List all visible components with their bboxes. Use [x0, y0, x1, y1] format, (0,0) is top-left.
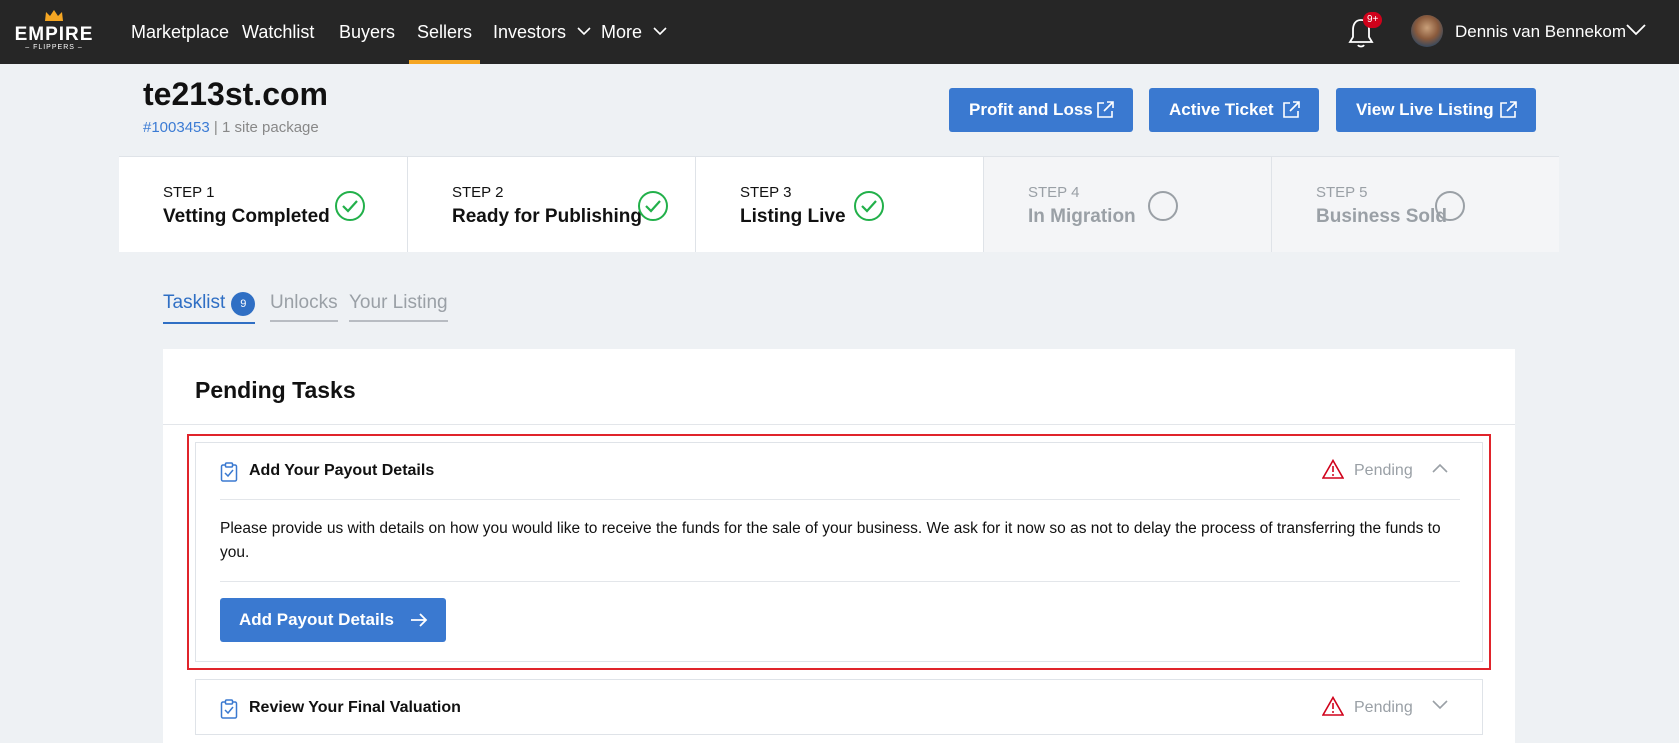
tasklist-count-badge: 9 [231, 292, 256, 316]
clipboard-check-icon [220, 699, 238, 719]
step-4: STEP 4 In Migration [984, 157, 1272, 252]
tab-label: Tasklist [163, 292, 226, 313]
notifications-badge: 9+ [1363, 12, 1383, 28]
nav-watchlist[interactable]: Watchlist [242, 0, 314, 64]
step-name: Listing Live [740, 206, 846, 227]
clipboard-check-icon [220, 462, 238, 482]
pending-tasks-panel: Pending Tasks Add Your Payout Details Pe… [163, 349, 1515, 743]
task-title: Review Your Final Valuation [249, 699, 461, 716]
nav-buyers[interactable]: Buyers [339, 0, 395, 64]
chevron-down-icon[interactable] [1432, 700, 1448, 710]
user-avatar[interactable] [1411, 15, 1443, 47]
empty-circle-icon [1435, 191, 1465, 221]
nav-more[interactable]: More [601, 0, 667, 64]
step-label: STEP 2 [452, 184, 504, 201]
tab-your-listing[interactable]: Your Listing [349, 292, 448, 322]
nav-label: Watchlist [242, 22, 315, 42]
step-label: STEP 1 [163, 184, 215, 201]
external-link-icon [1500, 101, 1517, 118]
step-label: STEP 5 [1316, 184, 1368, 201]
view-live-listing-button[interactable]: View Live Listing [1336, 88, 1536, 132]
warning-icon [1322, 459, 1344, 479]
button-label: Add Payout Details [239, 610, 394, 629]
top-navbar: EMPIRE – FLIPPERS – Marketplace Watchlis… [0, 0, 1679, 64]
notifications-button[interactable]: 9+ [1347, 12, 1383, 49]
divider [220, 499, 1460, 500]
nav-label: More [601, 22, 643, 42]
check-circle-icon [335, 191, 365, 221]
nav-marketplace[interactable]: Marketplace [131, 0, 229, 64]
user-name[interactable]: Dennis van Bennekom [1455, 0, 1626, 64]
site-title: te213st.com [143, 76, 328, 112]
button-label: Profit and Loss [969, 100, 1093, 119]
tab-tasklist[interactable]: Tasklist 9 [163, 292, 256, 324]
step-name: In Migration [1028, 206, 1136, 227]
chevron-down-icon [577, 27, 591, 36]
nav-label: Investors [493, 22, 567, 42]
check-circle-icon [854, 191, 884, 221]
logo-wordmark: EMPIRE [14, 24, 94, 45]
divider [220, 581, 1460, 582]
check-circle-icon [638, 191, 668, 221]
step-label: STEP 3 [740, 184, 792, 201]
external-link-icon [1283, 101, 1300, 118]
tab-label: Unlocks [270, 292, 338, 313]
task-title: Add Your Payout Details [249, 462, 435, 479]
task-status: Pending [1354, 462, 1413, 479]
task-review-final-valuation: Review Your Final Valuation Pending [195, 679, 1483, 735]
logo-subtext: – FLIPPERS – [25, 44, 83, 51]
task-description: Please provide us with details on how yo… [220, 520, 1441, 561]
user-menu-chevron-icon[interactable] [1626, 24, 1646, 36]
nav-label: Sellers [417, 22, 473, 42]
warning-icon [1322, 696, 1344, 716]
task-header[interactable]: Review Your Final Valuation Pending [196, 680, 1484, 736]
step-1: STEP 1 Vetting Completed [119, 157, 408, 252]
tab-unlocks[interactable]: Unlocks [270, 292, 338, 322]
empire-flippers-logo[interactable]: EMPIRE – FLIPPERS – [14, 10, 94, 54]
step-5: STEP 5 Business Sold [1272, 157, 1559, 252]
active-ticket-button[interactable]: Active Ticket [1149, 88, 1319, 132]
divider [163, 424, 1515, 425]
chevron-up-icon[interactable] [1432, 463, 1448, 473]
nav-label: Buyers [339, 22, 396, 42]
step-3: STEP 3 Listing Live [696, 157, 984, 252]
task-header[interactable]: Add Your Payout Details Pending [196, 443, 1484, 499]
task-add-payout-details: Add Your Payout Details Pending Please p… [195, 442, 1483, 662]
chevron-down-icon [653, 27, 667, 36]
nav-sellers[interactable]: Sellers [408, 0, 481, 64]
external-link-icon [1097, 101, 1114, 118]
step-name: Vetting Completed [163, 206, 330, 227]
empty-circle-icon [1148, 191, 1178, 221]
tab-label: Your Listing [349, 292, 448, 313]
step-2: STEP 2 Ready for Publishing [408, 157, 696, 252]
site-meta: #1003453 | 1 site package [143, 119, 319, 136]
step-label: STEP 4 [1028, 184, 1080, 201]
crown-icon [45, 10, 63, 21]
step-name: Ready for Publishing [452, 206, 643, 227]
arrow-right-icon [410, 613, 428, 627]
profit-and-loss-button[interactable]: Profit and Loss [949, 88, 1133, 132]
add-payout-details-button[interactable]: Add Payout Details [220, 598, 446, 642]
meta-separator: | [209, 119, 222, 136]
progress-steps: STEP 1 Vetting Completed STEP 2 Ready fo… [119, 156, 1559, 252]
button-label: View Live Listing [1356, 100, 1494, 119]
task-status: Pending [1354, 699, 1413, 716]
nav-label: Marketplace [131, 22, 230, 42]
package-label: 1 site package [221, 119, 319, 136]
listing-id-link[interactable]: #1003453 [143, 119, 210, 136]
panel-title: Pending Tasks [195, 377, 356, 403]
nav-investors[interactable]: Investors [493, 0, 591, 64]
button-label: Active Ticket [1169, 100, 1274, 119]
step-name: Business Sold [1316, 206, 1447, 227]
